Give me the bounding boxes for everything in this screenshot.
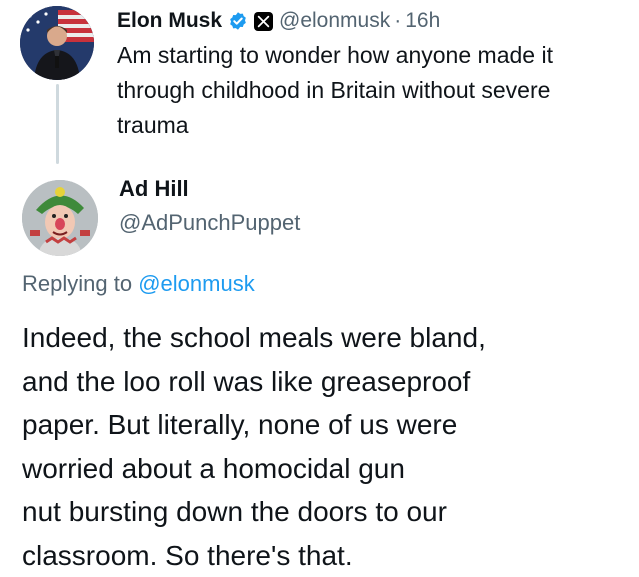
replying-to-mention-link[interactable]: @elonmusk <box>138 271 255 296</box>
header-separator: · <box>394 9 401 33</box>
parent-tweet-text: Am starting to wonder how anyone made it… <box>117 38 597 143</box>
parent-author-handle[interactable]: @elonmusk <box>279 9 390 33</box>
verified-badge-icon <box>228 11 248 31</box>
elon-avatar[interactable] <box>20 6 94 80</box>
reply-text-line: paper. But literally, none of us were <box>22 403 622 447</box>
reply-text-line: nut bursting down the doors to our <box>22 490 622 534</box>
tweet-thread: Elon Musk @elonmusk · 16h Am starting to… <box>0 0 639 574</box>
thread-connector-line <box>56 84 59 164</box>
reply-text-line: and the loo roll was like greaseproof <box>22 360 622 404</box>
avatar-image <box>22 180 98 256</box>
reply-author-name[interactable]: Ad Hill <box>119 176 189 202</box>
reply-text-line: worried about a homocidal gun <box>22 447 622 491</box>
reply-text-line: Indeed, the school meals were bland, <box>22 316 622 360</box>
reply-text-line: classroom. So there's that. <box>22 534 622 577</box>
reply-author-handle[interactable]: @AdPunchPuppet <box>119 210 300 236</box>
avatar-image <box>20 6 94 80</box>
ad-hill-avatar[interactable] <box>22 180 98 256</box>
parent-timestamp[interactable]: 16h <box>405 9 440 33</box>
parent-tweet-header: Elon Musk @elonmusk · 16h <box>117 6 440 36</box>
parent-author-name[interactable]: Elon Musk <box>117 9 222 33</box>
reply-tweet-text: Indeed, the school meals were bland, and… <box>22 316 622 577</box>
replying-to-line: Replying to @elonmusk <box>22 271 255 297</box>
x-logo-icon <box>254 12 273 31</box>
replying-to-label: Replying to <box>22 271 132 296</box>
